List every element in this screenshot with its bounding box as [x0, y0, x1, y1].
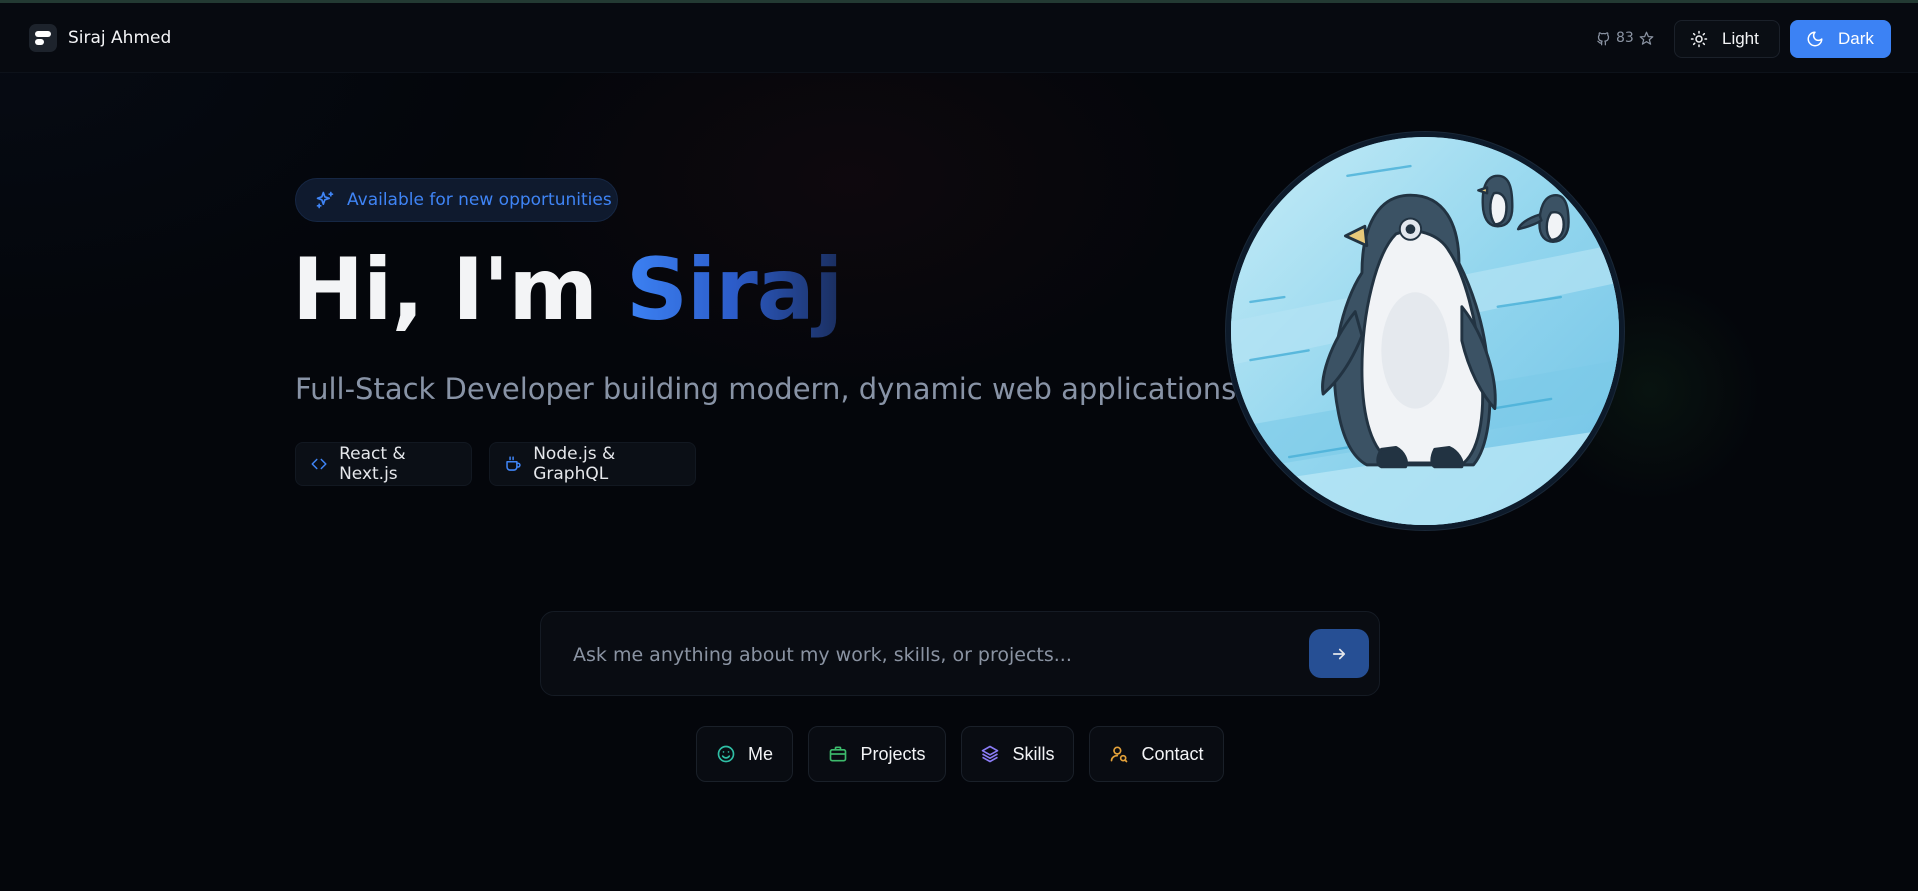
arrow-right-icon [1332, 648, 1346, 659]
hero-name: Siraj [625, 240, 843, 340]
coffee-icon [506, 456, 521, 471]
tech-chip-node: Node.js & GraphQL [489, 442, 696, 486]
tech-chip-react: React & Next.js [295, 442, 472, 486]
github-icon [1597, 31, 1610, 45]
profile-avatar [1226, 132, 1624, 530]
chat-input[interactable] [571, 632, 1295, 678]
quick-action-label: Projects [860, 743, 926, 764]
brand-logo-icon [29, 24, 57, 52]
hero-greeting: Hi, I'm [292, 240, 626, 340]
quick-action-label: Skills [1012, 743, 1055, 764]
availability-badge-text: Available for new opportunities [347, 190, 612, 210]
penguin-illustration [1231, 137, 1619, 525]
user-search-icon [1111, 746, 1128, 763]
moon-icon [1807, 31, 1823, 47]
quick-action-contact-button[interactable]: Contact [1089, 726, 1224, 782]
dark-theme-button[interactable]: Dark [1790, 20, 1891, 58]
quick-action-projects-button[interactable]: Projects [808, 726, 946, 782]
site-header: Siraj Ahmed 83 Light Dark [0, 3, 1918, 73]
brand-name: Siraj Ahmed [68, 28, 172, 48]
quick-action-label: Contact [1141, 743, 1204, 764]
quick-action-label: Me [747, 743, 773, 764]
background-glow [0, 0, 1918, 891]
briefcase-icon [830, 746, 847, 762]
send-button[interactable] [1309, 629, 1369, 678]
tech-chip-label: React & Next.js [339, 444, 406, 484]
tech-chip-label: Node.js & GraphQL [533, 444, 616, 484]
code-icon [311, 458, 327, 470]
quick-action-me-button[interactable]: Me [696, 726, 793, 782]
light-theme-label: Light [1722, 29, 1759, 48]
brand[interactable]: Siraj Ahmed [29, 24, 171, 52]
smiley-icon [717, 745, 735, 763]
hero-subtitle: Full-Stack Developer building modern, dy… [295, 372, 1246, 406]
chat-input-box [540, 611, 1380, 696]
availability-badge: Available for new opportunities [295, 178, 618, 222]
layers-icon [982, 745, 999, 763]
star-icon [1639, 31, 1654, 45]
quick-action-skills-button[interactable]: Skills [961, 726, 1074, 782]
dark-theme-label: Dark [1838, 29, 1874, 48]
light-theme-button[interactable]: Light [1674, 20, 1780, 58]
github-stars-link[interactable]: 83 [1596, 30, 1654, 46]
hero-heading: Hi, I'm Siraj [292, 240, 843, 340]
sun-icon [1690, 30, 1708, 48]
github-star-count: 83 [1616, 30, 1634, 46]
sparkles-icon [316, 191, 334, 209]
